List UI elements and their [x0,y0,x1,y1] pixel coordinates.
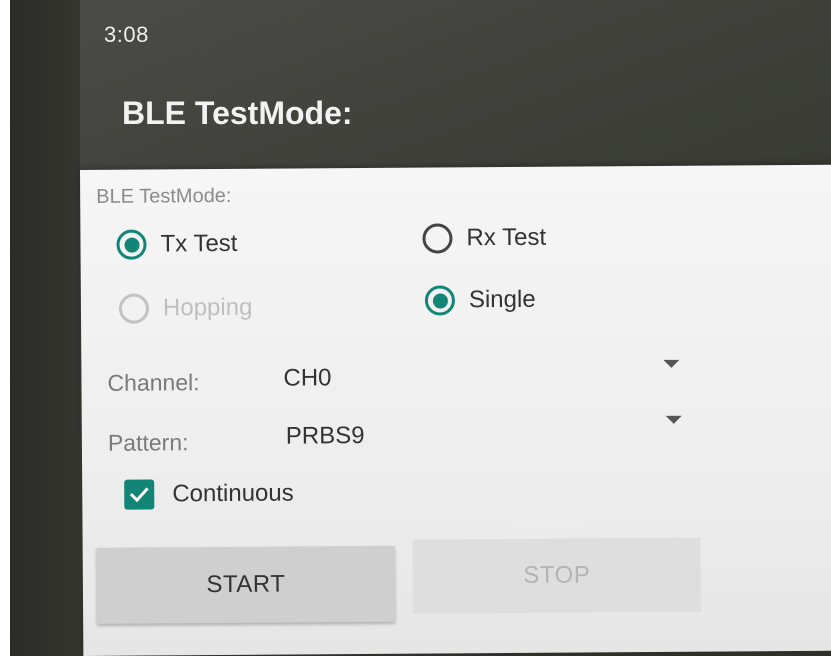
radio-unchecked-icon [422,223,453,254]
hopping-label: Hopping [162,293,253,322]
channel-value: CH0 [283,364,332,392]
single-label: Single [468,285,536,314]
radio-checked-icon [116,229,147,260]
start-button[interactable]: START [96,545,396,624]
continuous-label: Continuous [172,479,294,508]
tx-test-label: Tx Test [160,229,238,258]
pattern-value: PRBS9 [285,422,365,450]
channel-spinner[interactable]: CH0 [80,165,831,392]
status-bar-time: 3:08 [104,22,149,47]
single-radio[interactable]: Single [424,285,536,316]
hopping-radio[interactable]: Hopping [118,293,253,324]
pattern-spinner[interactable]: PRBS9 [80,165,831,450]
radio-checked-icon [424,285,456,316]
device-screen: 3:08 BLE TestMode: BLE TestMode: Tx Test… [10,0,831,656]
stop-button[interactable]: STOP [412,537,702,614]
tx-test-radio[interactable]: Tx Test [116,229,238,260]
channel-label: Channel: [107,369,200,396]
check-icon [129,487,149,503]
rx-test-label: Rx Test [466,223,547,252]
checkbox-checked-icon [124,479,155,510]
app-bar-title: BLE TestMode: [122,95,353,131]
continuous-checkbox[interactable]: Continuous [124,479,294,510]
rx-test-radio[interactable]: Rx Test [422,223,546,254]
radio-disabled-icon [118,293,150,324]
pattern-label: Pattern: [107,429,189,456]
arrow-drop-down-icon [665,415,682,424]
section-label: BLE TestMode: [96,184,232,208]
device-bezel [10,0,80,656]
arrow-drop-down-icon [663,359,680,368]
testmode-dialog: BLE TestMode: Tx Test Rx Test Hopping Si… [80,164,831,656]
